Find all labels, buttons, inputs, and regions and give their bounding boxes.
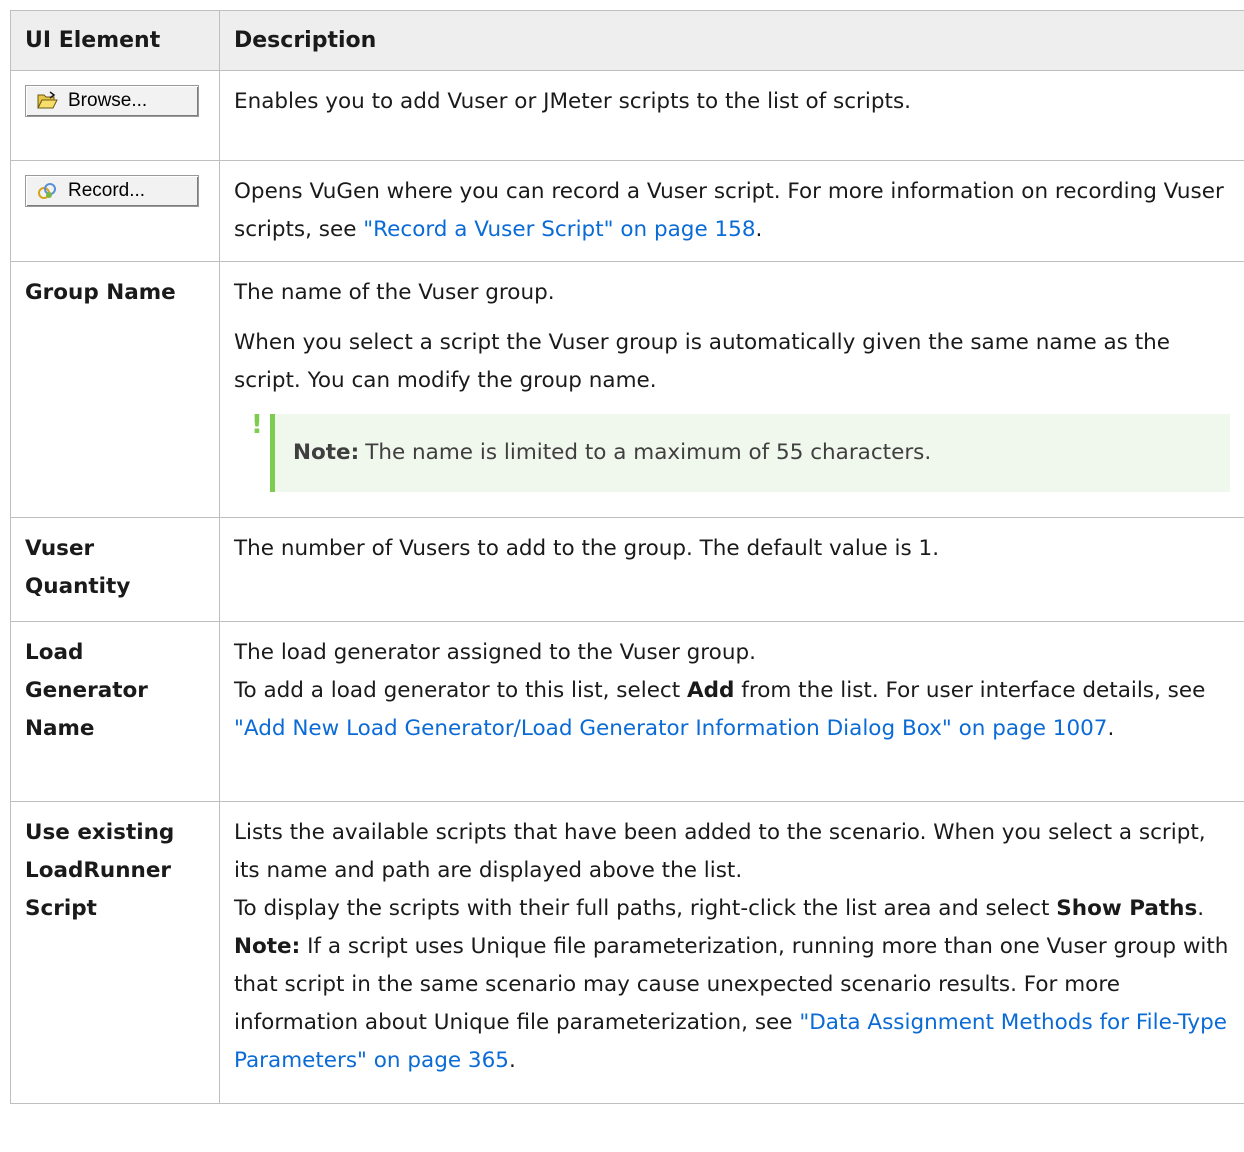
vuser-quantity-label: Vuser Quantity (10, 517, 220, 622)
header-description: Description (219, 10, 1244, 71)
table-row: Group Name The name of the Vuser group. … (10, 261, 1244, 518)
load-generator-line2: To add a load generator to this list, se… (234, 678, 688, 703)
browse-button-label: Browse... (68, 90, 148, 111)
use-existing-description: Lists the available scripts that have be… (219, 801, 1244, 1104)
group-name-desc-2: When you select a script the Vuser group… (234, 330, 1171, 393)
record-desc-end: . (755, 217, 763, 242)
ui-element-table: UI Element Description Browse... Enables… (10, 10, 1244, 1104)
browse-button[interactable]: Browse... (25, 85, 199, 117)
record-button-label: Record... (68, 180, 146, 201)
browse-description: Enables you to add Vuser or JMeter scrip… (219, 70, 1244, 161)
table-row: Load Generator Name The load generator a… (10, 621, 1244, 802)
add-load-generator-link[interactable]: "Add New Load Generator/Load Generator I… (234, 716, 1108, 741)
load-generator-line1: The load generator assigned to the Vuser… (234, 640, 756, 665)
note-callout: ! Note: The name is limited to a maximum… (251, 412, 1230, 492)
record-cell: Record... (10, 160, 220, 262)
table-row: Record... Opens VuGen where you can reco… (10, 160, 1244, 262)
vuser-quantity-description: The number of Vusers to add to the group… (219, 517, 1244, 622)
group-name-description: The name of the Vuser group. When you se… (219, 261, 1244, 518)
load-generator-description: The load generator assigned to the Vuser… (219, 621, 1244, 802)
load-generator-line2-post: from the list. For user interface detail… (734, 678, 1206, 703)
browse-cell: Browse... (10, 70, 220, 161)
load-generator-label: Load Generator Name (10, 621, 220, 802)
table-header-row: UI Element Description (10, 10, 1244, 71)
load-generator-end: . (1107, 716, 1115, 741)
table-row: Browse... Enables you to add Vuser or JM… (10, 70, 1244, 161)
use-existing-label: Use existing LoadRunner Script (10, 801, 220, 1104)
header-ui-element: UI Element (10, 10, 220, 71)
group-name-label: Group Name (10, 261, 220, 518)
note-text: The name is limited to a maximum of 55 c… (365, 440, 932, 465)
note-label: Note: (293, 440, 360, 465)
record-button[interactable]: Record... (25, 175, 199, 207)
show-paths-keyword: Show Paths (1056, 896, 1198, 921)
record-description: Opens VuGen where you can record a Vuser… (219, 160, 1244, 262)
group-name-desc-1: The name of the Vuser group. (234, 280, 555, 305)
use-existing-note-label: Note: (234, 934, 301, 959)
note-exclamation-icon: ! (251, 410, 263, 440)
use-existing-line1: Lists the available scripts that have be… (234, 820, 1206, 883)
record-vuser-script-link[interactable]: "Record a Vuser Script" on page 158 (363, 217, 755, 242)
table-row: Vuser Quantity The number of Vusers to a… (10, 517, 1244, 622)
use-existing-end: . (508, 1048, 516, 1073)
use-existing-line2: To display the scripts with their full p… (234, 896, 1057, 921)
use-existing-line2-post: . (1197, 896, 1205, 921)
add-keyword: Add (687, 678, 735, 703)
table-row: Use existing LoadRunner Script Lists the… (10, 801, 1244, 1104)
record-icon (36, 180, 58, 202)
folder-open-icon (36, 90, 58, 112)
